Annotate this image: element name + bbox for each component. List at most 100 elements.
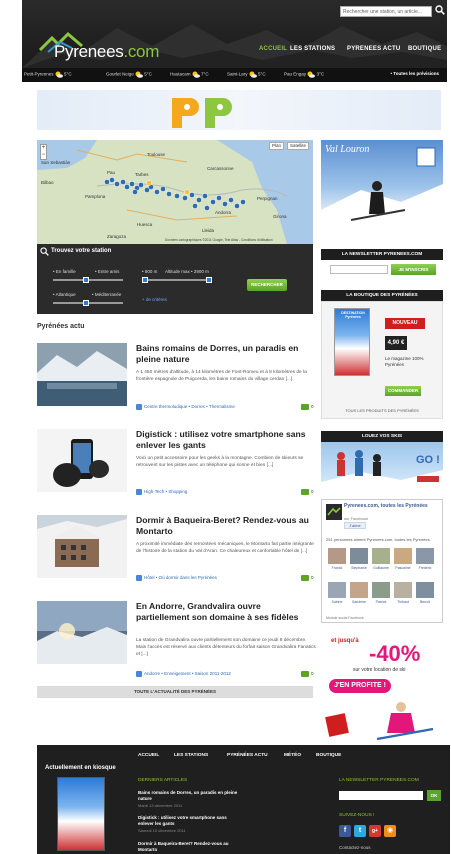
weather-item[interactable]: Gourlet Neige 5°C: [106, 71, 152, 78]
article-comments[interactable]: 0: [301, 404, 314, 410]
map-type-plan[interactable]: Plan: [269, 142, 285, 150]
map-zoom-control[interactable]: + −: [40, 144, 47, 160]
article-thumbnail[interactable]: [37, 429, 127, 492]
footer-nav-accueil[interactable]: ACCUEIL: [138, 753, 159, 758]
search-input[interactable]: Rechercher une station, un article...: [340, 6, 432, 17]
google-plus-icon[interactable]: g+: [369, 825, 381, 837]
stations-map[interactable]: Toulouse Tarbes Pau Perpignan Andorra Gi…: [37, 140, 313, 244]
fan-name[interactable]: Sabine: [326, 600, 348, 604]
fan-avatar[interactable]: [350, 548, 368, 564]
footer-nav-actu[interactable]: PYRÉNÉES ACTU: [227, 753, 268, 758]
fan-avatar[interactable]: [328, 548, 346, 564]
slider-handle-min[interactable]: [142, 277, 148, 283]
map-canvas[interactable]: Toulouse Tarbes Pau Perpignan Andorra Gi…: [37, 140, 313, 244]
footer-article-link[interactable]: Bains romains de Dorres, un paradis en p…: [138, 790, 238, 802]
nav-pyrenees-actu[interactable]: PYRENEES ACTU: [347, 46, 400, 52]
fan-name[interactable]: Franck: [326, 566, 348, 570]
kiosk-magazine-cover[interactable]: [57, 777, 105, 851]
article-title[interactable]: Dormir à Baqueira-Beret? Rendez-vous au …: [136, 515, 316, 537]
more-criteria-link[interactable]: + de critères: [142, 297, 167, 302]
weather-item[interactable]: Saint-Lary 5°C: [227, 71, 266, 78]
altitude-slider[interactable]: [142, 277, 212, 283]
map-attribution[interactable]: Données cartographiques ©2011 Google, Te…: [165, 238, 273, 242]
facebook-plugin-label[interactable]: Module social Facebook: [326, 616, 364, 620]
footer-nav-boutique[interactable]: BOUTIQUE: [316, 753, 341, 758]
fan-avatar[interactable]: [372, 548, 390, 564]
option-famille[interactable]: • En famille: [53, 269, 76, 274]
slider-handle[interactable]: [83, 277, 89, 283]
article-tags[interactable]: High-Tech • Shopping: [136, 489, 187, 495]
slider-handle-max[interactable]: [206, 277, 212, 283]
footer-contact-link[interactable]: Contactez-nous: [339, 845, 371, 850]
fan-name[interactable]: Patrick: [370, 600, 392, 604]
article-thumbnail[interactable]: [37, 343, 127, 406]
article-tags[interactable]: Andorre • Enneigement • Saison 2011-2012: [136, 671, 231, 677]
fan-avatar[interactable]: [372, 582, 390, 598]
fan-name[interactable]: Guillaume: [370, 566, 392, 570]
ski-rental-go[interactable]: GO !: [416, 454, 440, 466]
fan-avatar[interactable]: [416, 548, 434, 564]
fan-name[interactable]: Stephanie: [348, 566, 370, 570]
fan-avatar[interactable]: [350, 582, 368, 598]
rss-icon[interactable]: ◉: [384, 825, 396, 837]
newsletter-subscribe-button[interactable]: JE M'INSCRIS: [391, 264, 436, 275]
fan-name[interactable]: Thibaut: [392, 600, 414, 604]
article-comments[interactable]: 0: [301, 489, 314, 495]
ski-promo-ad[interactable]: et jusqu'à -40% sur votre location de sk…: [321, 633, 443, 745]
footer-article-link[interactable]: Dormir à Baqueira-Beret? Rendez-vous au …: [138, 841, 238, 853]
search-icon[interactable]: [435, 5, 445, 15]
footer-newsletter-ok-button[interactable]: OK: [427, 790, 441, 801]
shop-header: LA BOUTIQUE DES PYRÉNÉES: [321, 290, 443, 301]
footer-nav-stations[interactable]: LES STATIONS: [174, 753, 208, 758]
article-title[interactable]: En Andorre, Grandvalira ouvre partiellem…: [136, 601, 316, 623]
magazine-cover[interactable]: DESTINATION Pyrénées: [334, 308, 370, 376]
fan-name[interactable]: Frederic: [414, 566, 436, 570]
nav-accueil[interactable]: ACCUEIL: [259, 46, 287, 52]
logo-text[interactable]: Pyrenees.com: [54, 42, 159, 62]
weather-bar: Petit-Pyrennes 5°C Gourlet Neige 5°C Hau…: [22, 68, 447, 82]
article-thumbnail[interactable]: [37, 601, 127, 664]
weather-item[interactable]: Pau Engay 3°C: [284, 71, 324, 78]
weather-item[interactable]: Petit-Pyrennes 5°C: [24, 71, 72, 78]
article-thumbnail[interactable]: [37, 515, 127, 578]
article-tags[interactable]: Centre thermoludique • Dorres • Thermali…: [136, 404, 235, 410]
ad-val-louron[interactable]: Val Louron: [321, 140, 443, 246]
newsletter-email-input[interactable]: [330, 265, 388, 274]
footer-newsletter-input[interactable]: [339, 791, 423, 800]
slider-handle[interactable]: [83, 300, 89, 306]
location-slider[interactable]: [53, 300, 123, 306]
map-type-satellite[interactable]: Satellite: [287, 142, 310, 150]
fan-avatar[interactable]: [328, 582, 346, 598]
article-title[interactable]: Bains romains de Dorres, un paradis en p…: [136, 343, 316, 365]
all-news-button[interactable]: TOUTE L'ACTUALITÉ DES PYRÉNÉES: [37, 686, 313, 698]
fan-name[interactable]: Benoit: [414, 600, 436, 604]
fan-name[interactable]: Pascaline: [392, 566, 414, 570]
facebook-icon[interactable]: f: [339, 825, 351, 837]
facebook-page-title[interactable]: Pyrenees.com, toutes les Pyrénées: [344, 503, 440, 509]
all-products-link[interactable]: TOUS LES PRODUITS DES PYRÉNÉES: [322, 408, 442, 413]
fan-avatar[interactable]: [394, 582, 412, 598]
footer-article-link[interactable]: Digistick : utilisez votre smartphone sa…: [138, 815, 238, 827]
footer-nav-meteo[interactable]: MÉTÉO: [284, 753, 301, 758]
order-button[interactable]: COMMANDER: [385, 386, 421, 396]
article-comments[interactable]: 0: [301, 575, 314, 581]
search-stations-button[interactable]: RECHERCHER: [247, 279, 287, 291]
option-atlantique[interactable]: • Atlantique: [53, 292, 76, 297]
ambiance-slider[interactable]: [53, 277, 123, 283]
option-amis[interactable]: • Entre amis: [95, 269, 119, 274]
ad-banner[interactable]: [37, 90, 441, 130]
article-title[interactable]: Digistick : utilisez votre smartphone sa…: [136, 429, 316, 451]
twitter-icon[interactable]: t: [354, 825, 366, 837]
facebook-like-button[interactable]: J'aime: [344, 522, 366, 529]
nav-les-stations[interactable]: LES STATIONS: [290, 46, 335, 52]
fan-avatar[interactable]: [394, 548, 412, 564]
option-mediterranee[interactable]: • Méditerranée: [92, 292, 121, 297]
all-forecasts-link[interactable]: • Toutes les prévisions: [390, 71, 439, 76]
weather-item[interactable]: Hautacam 7°C: [170, 71, 209, 78]
fan-avatar[interactable]: [416, 582, 434, 598]
nav-boutique[interactable]: BOUTIQUE: [408, 46, 441, 52]
article-tags[interactable]: Hôtel • Où dormir dans les Pyrénées: [136, 575, 217, 581]
ski-rental-ad[interactable]: GO !: [321, 442, 443, 492]
article-comments[interactable]: 0: [301, 671, 314, 677]
fan-name[interactable]: Sandrine: [348, 600, 370, 604]
